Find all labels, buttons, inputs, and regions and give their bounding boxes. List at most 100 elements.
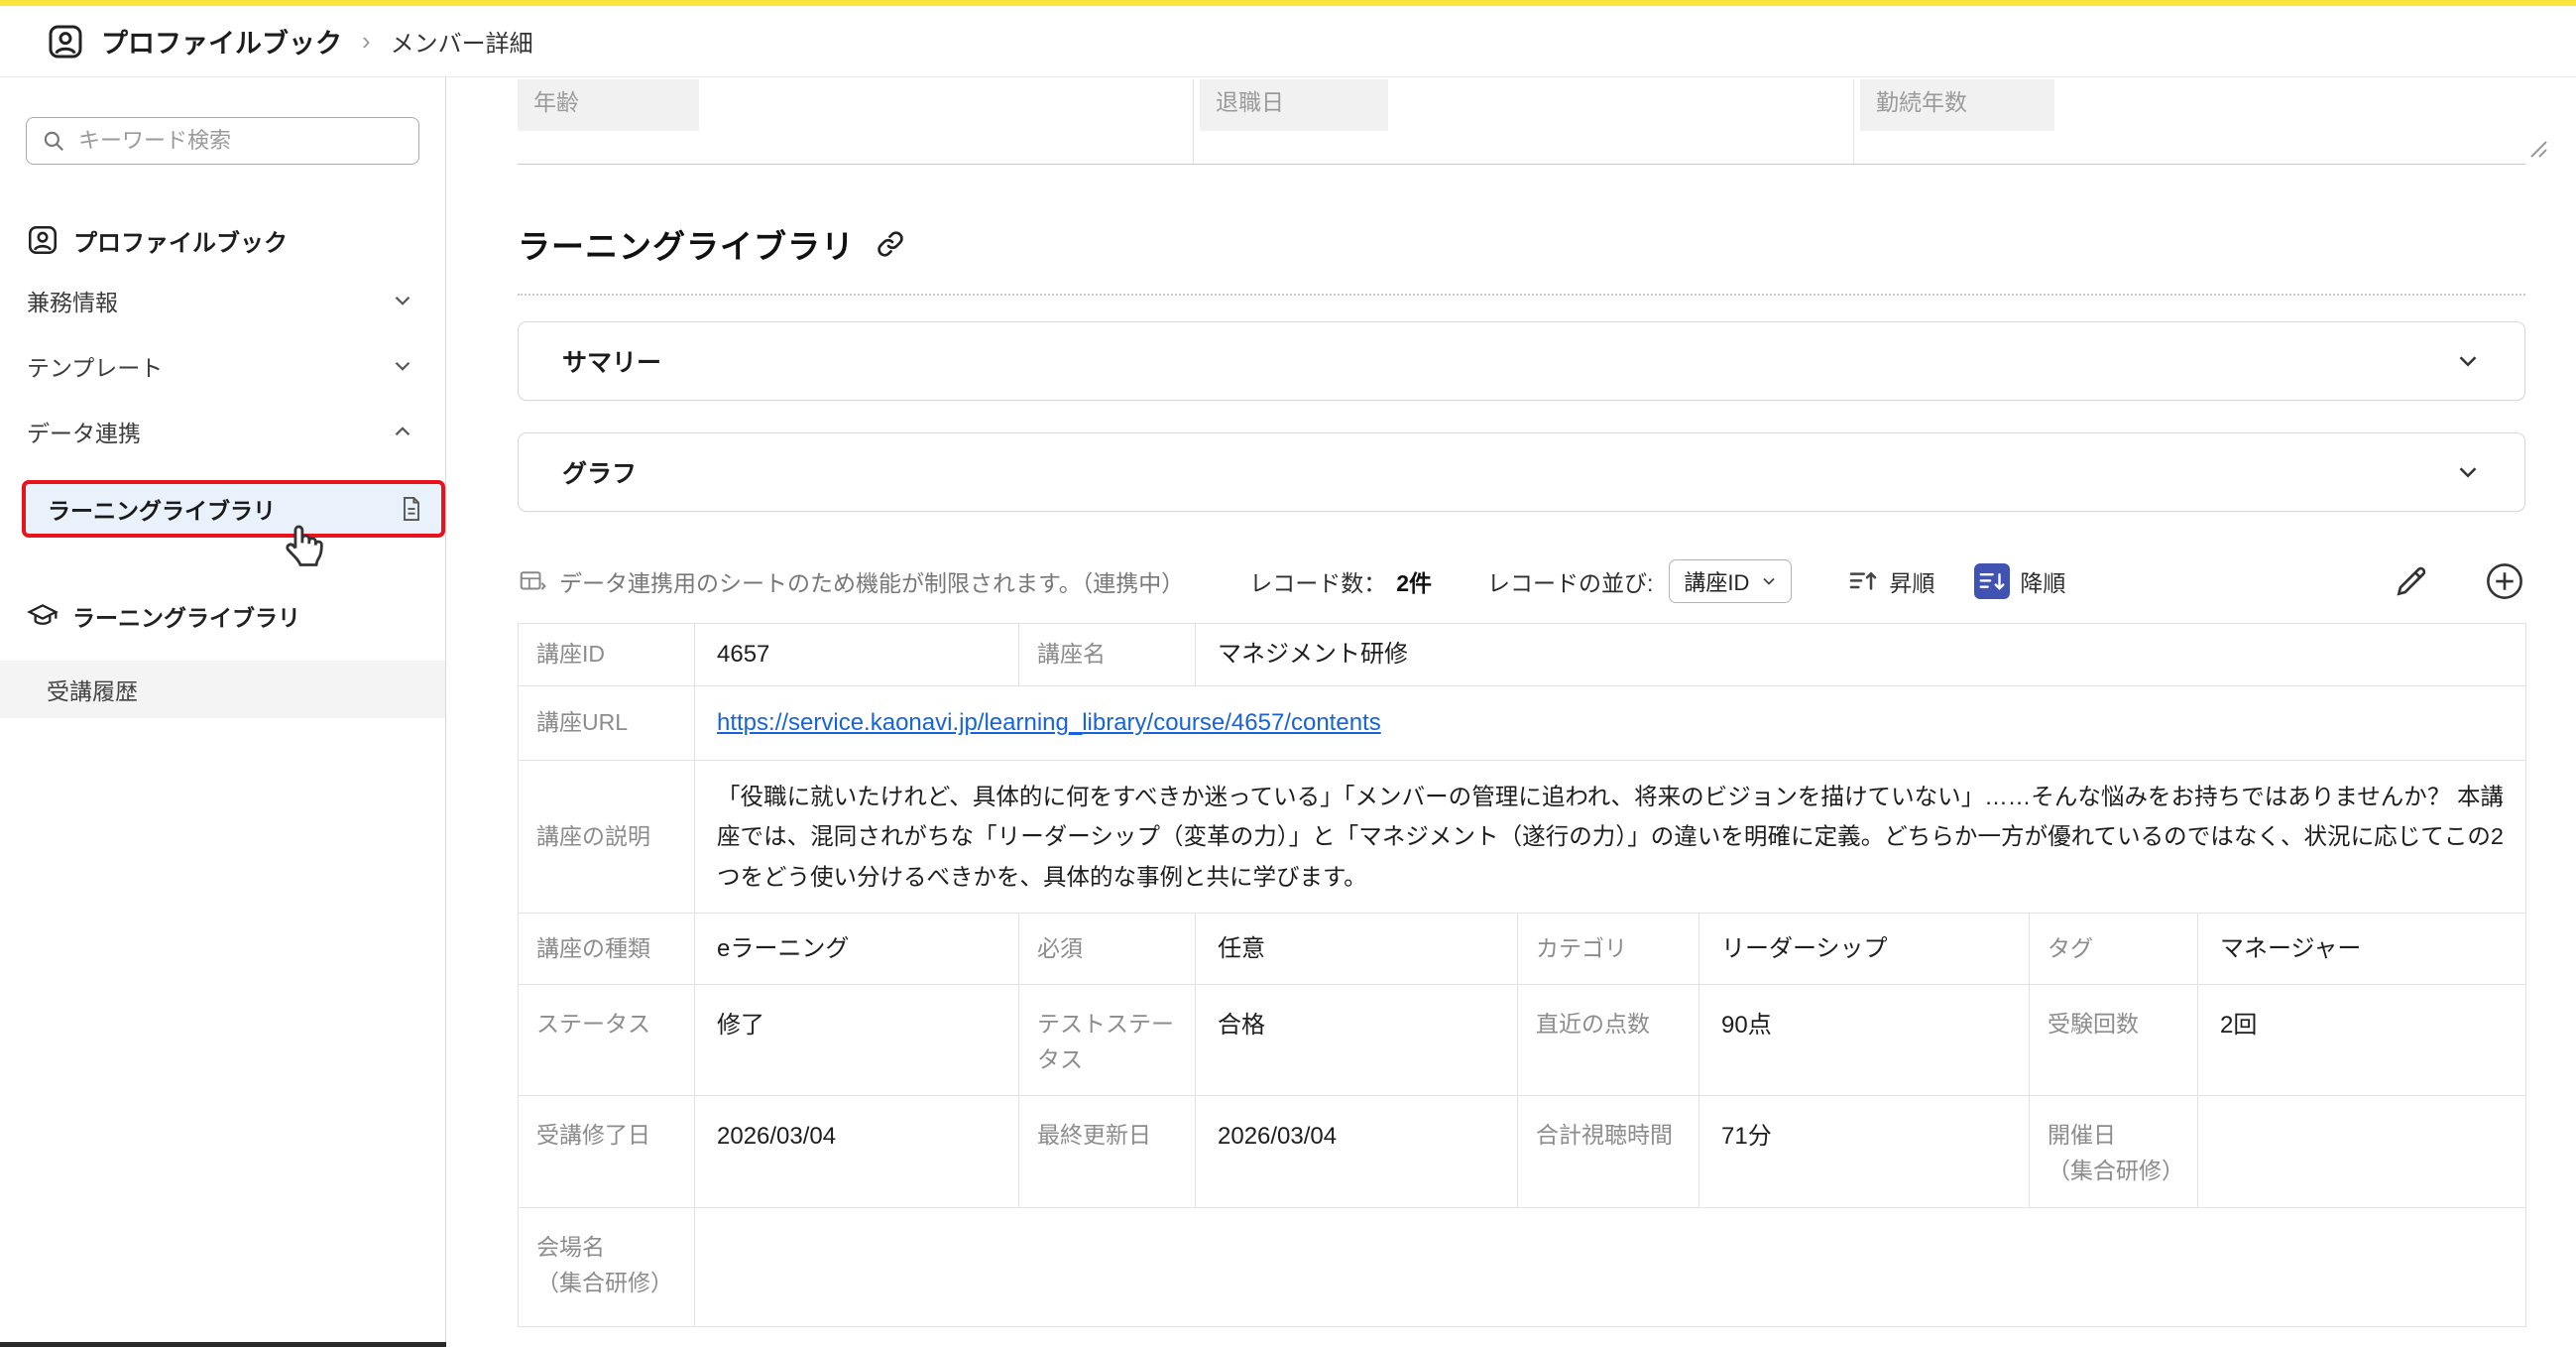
field-label-cell: 講座の種類 <box>519 914 695 985</box>
field-value-cell: 2回 <box>2198 985 2526 1096</box>
field-value-cell: マネージャー <box>2198 914 2526 985</box>
field-value-cell: 71分 <box>1699 1096 2030 1208</box>
field-value-cell: 4657 <box>695 624 1019 686</box>
sidebar-item-label: データ連携 <box>27 415 141 448</box>
field-value-cell: リーダーシップ <box>1699 914 2030 985</box>
sidebar-item-attendance-history[interactable]: 受講履歴 <box>0 661 445 718</box>
sort-field-dropdown[interactable]: 講座ID <box>1669 559 1792 603</box>
field-label-cell: 最終更新日 <box>1019 1096 1196 1208</box>
field-label-cell: 講座ID <box>519 624 695 686</box>
section-head: ラーニングライブラリ <box>518 220 2525 268</box>
field-label-cell: 開催日 （集合研修） <box>2030 1096 2198 1208</box>
field-label-cell: 受講修了日 <box>519 1096 695 1208</box>
sort-descending-button[interactable]: 降順 <box>1974 563 2065 599</box>
app-header: プロファイルブック › メンバー詳細 <box>0 0 2576 77</box>
field-label-cell: テストステータス <box>1019 985 1196 1096</box>
table-row: 講座の種類eラーニング必須任意カテゴリリーダーシップタグマネージャー <box>519 914 2526 985</box>
sidebar-item-label: テンプレート <box>27 349 163 383</box>
app-logo-icon <box>46 22 85 61</box>
field-label-cell: タグ <box>2030 914 2198 985</box>
field-label-age: 年齢 <box>518 79 699 131</box>
learning-table: 講座ID4657講座名マネジメント研修講座URL https://service.… <box>518 623 2526 1327</box>
field-label-years-of-service: 勤続年数 <box>1860 79 2054 131</box>
sidebar-item-label: 兼務情報 <box>27 284 118 317</box>
table-row: 会場名 （集合研修） <box>519 1208 2526 1327</box>
course-url-link[interactable]: https://service.kaonavi.jp/learning_libr… <box>717 709 1381 736</box>
app-title: プロファイルブック <box>101 22 342 61</box>
link-icon[interactable] <box>875 228 906 260</box>
graph-panel-toggle[interactable]: グラフ <box>518 432 2525 512</box>
record-toolbar: データ連携用のシートのため機能が制限されます。（連携中） レコード数： 2件 レ… <box>518 557 2525 605</box>
learning-table-body: 講座ID4657講座名マネジメント研修講座URL https://service.… <box>519 624 2526 1327</box>
keyword-search-input[interactable] <box>78 128 405 154</box>
field-label-cell: ステータス <box>519 985 695 1096</box>
resize-grip-icon[interactable] <box>2527 138 2549 160</box>
field-value-cell: 2026/03/04 <box>1196 1096 1518 1208</box>
table-row: ステータス修了テストステータス合格直近の点数90点受験回数2回 <box>519 985 2526 1096</box>
sort-ascending-button[interactable]: 昇順 <box>1847 564 1934 598</box>
field-separator <box>1193 79 1194 164</box>
field-separator <box>1853 79 1854 164</box>
sidebar-section-learning-library: ラーニングライブラリ <box>0 589 445 643</box>
summary-panel-toggle[interactable]: サマリー <box>518 321 2525 401</box>
record-count-value: 2件 <box>1396 564 1432 598</box>
sidebar-item-learning-library[interactable]: ラーニングライブラリ <box>22 480 445 538</box>
field-label-cell: 会場名 （集合研修） <box>519 1208 695 1327</box>
cursor-hand-icon <box>276 520 327 571</box>
sidebar-section-title: ラーニングライブラリ <box>72 599 300 633</box>
sort-ascending-label: 昇順 <box>1889 564 1934 598</box>
field-value-cell: 2026/03/04 <box>695 1096 1019 1208</box>
table-row: 講座の説明「役職に就いたけれど、具体的に何をすべきか迷っている」「メンバーの管理… <box>519 761 2526 914</box>
env-accent-bar <box>0 0 2576 6</box>
edit-pencil-icon[interactable] <box>2393 562 2430 600</box>
sidebar-item-data-link[interactable]: データ連携 <box>0 399 445 464</box>
record-count-label: レコード数： <box>1249 564 1386 598</box>
field-value-cell: eラーニング <box>695 914 1019 985</box>
dotted-separator <box>518 294 2525 296</box>
summary-panel-title: サマリー <box>562 343 661 379</box>
chevron-down-icon <box>2453 457 2483 487</box>
field-label-cell: 受験回数 <box>2030 985 2198 1096</box>
field-label-cell: 合計視聴時間 <box>1518 1096 1699 1208</box>
field-label-cell: 講座の説明 <box>519 761 695 914</box>
field-value-cell <box>695 1208 2526 1327</box>
field-value-cell: マネジメント研修 <box>1196 624 2526 686</box>
sort-asc-icon <box>1847 565 1879 597</box>
chevron-down-icon <box>1759 571 1779 591</box>
sidebar-item-label: ラーニングライブラリ <box>48 492 276 526</box>
selected-item-wrap: ラーニングライブラリ <box>0 480 445 538</box>
breadcrumb-page-title: メンバー詳細 <box>391 24 533 59</box>
sheet-icon <box>518 566 547 596</box>
chevron-up-icon <box>390 419 415 444</box>
field-label-cell: 講座URL <box>519 686 695 761</box>
field-label-cell: 講座名 <box>1019 624 1196 686</box>
chevron-down-icon <box>390 353 415 379</box>
field-label-cell: 必須 <box>1019 914 1196 985</box>
sidebar-bottom-edge <box>0 1342 446 1347</box>
sort-field-value: 講座ID <box>1684 565 1749 597</box>
graph-panel-title: グラフ <box>562 454 637 490</box>
chevron-down-icon <box>2453 346 2483 376</box>
field-label-cell: 直近の点数 <box>1518 985 1699 1096</box>
sidebar-item-concurrent-info[interactable]: 兼務情報 <box>0 268 445 333</box>
document-icon <box>398 495 425 523</box>
sidebar: プロファイルブック 兼務情報 テンプレート データ連携 ラーニングライブラリ ラ… <box>0 77 446 1347</box>
add-record-icon[interactable] <box>2484 560 2525 602</box>
sidebar-item-profile-book[interactable]: プロファイルブック <box>0 212 445 268</box>
chevron-down-icon <box>390 288 415 313</box>
keyword-search-box[interactable] <box>26 117 419 165</box>
search-icon <box>41 128 66 154</box>
field-value-cell: 90点 <box>1699 985 2030 1096</box>
sidebar-item-template[interactable]: テンプレート <box>0 333 445 399</box>
field-value-cell: 修了 <box>695 985 1019 1096</box>
restriction-notice: データ連携用のシートのため機能が制限されます。（連携中） <box>559 564 1184 598</box>
field-value-cell <box>2198 1096 2526 1208</box>
profile-form-clip: 年齢 退職日 勤続年数 <box>518 79 2525 164</box>
graduation-cap-icon <box>27 600 59 632</box>
field-value-cell: 合格 <box>1196 985 1518 1096</box>
field-label-cell: カテゴリ <box>1518 914 1699 985</box>
field-value-cell: 任意 <box>1196 914 1518 985</box>
sort-descending-label: 降順 <box>2020 564 2065 598</box>
section-title: ラーニングライブラリ <box>518 220 855 268</box>
sidebar-item-label: 受講履歴 <box>47 673 138 706</box>
